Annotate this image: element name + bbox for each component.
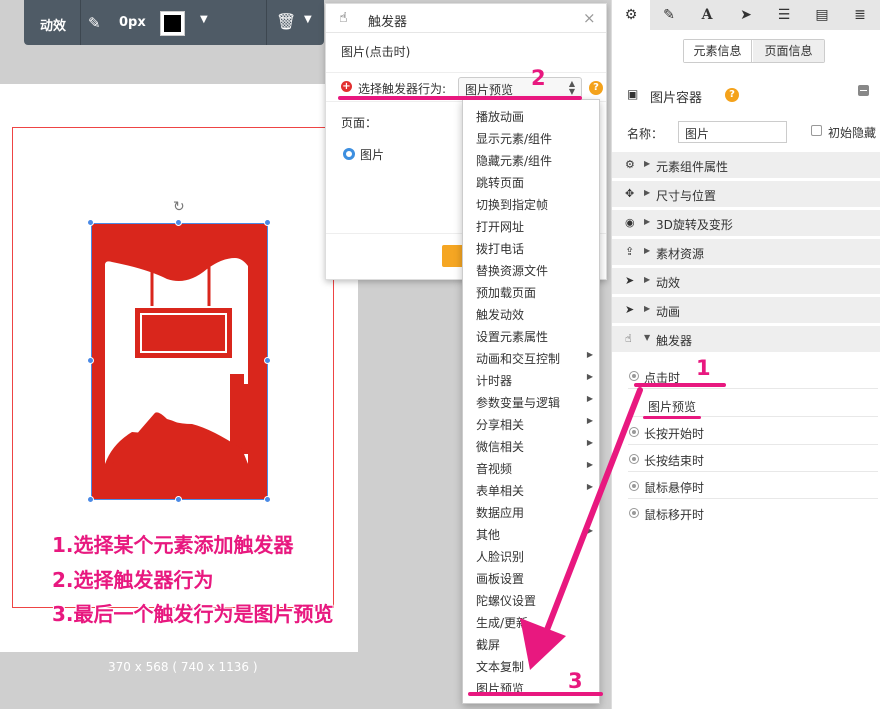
annotation-arrow [520,387,643,670]
